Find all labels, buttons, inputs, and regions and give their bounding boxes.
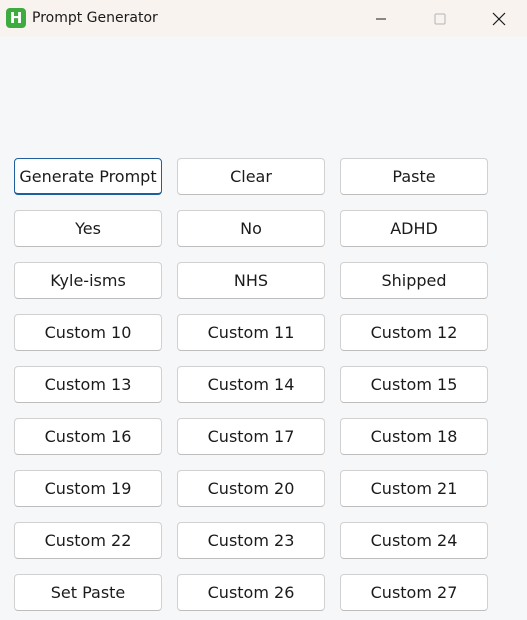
app-logo-icon: H	[6, 8, 26, 28]
set-paste-button[interactable]: Set Paste	[14, 574, 162, 611]
yes-button[interactable]: Yes	[14, 210, 162, 247]
custom-24-button[interactable]: Custom 24	[340, 522, 488, 559]
custom-22-button[interactable]: Custom 22	[14, 522, 162, 559]
minimize-button[interactable]	[358, 0, 404, 37]
nhs-button[interactable]: NHS	[177, 262, 325, 299]
custom-20-button[interactable]: Custom 20	[177, 470, 325, 507]
clear-button[interactable]: Clear	[177, 158, 325, 195]
paste-button[interactable]: Paste	[340, 158, 488, 195]
custom-23-button[interactable]: Custom 23	[177, 522, 325, 559]
minimize-icon	[376, 18, 386, 19]
adhd-button[interactable]: ADHD	[340, 210, 488, 247]
button-grid: Generate Prompt Clear Paste Yes No ADHD …	[14, 158, 488, 611]
generate-prompt-button[interactable]: Generate Prompt	[14, 158, 162, 195]
custom-18-button[interactable]: Custom 18	[340, 418, 488, 455]
close-button[interactable]	[476, 0, 522, 37]
close-icon	[492, 12, 506, 25]
no-button[interactable]: No	[177, 210, 325, 247]
custom-21-button[interactable]: Custom 21	[340, 470, 488, 507]
window-title: Prompt Generator	[32, 10, 158, 26]
custom-26-button[interactable]: Custom 26	[177, 574, 325, 611]
custom-16-button[interactable]: Custom 16	[14, 418, 162, 455]
custom-14-button[interactable]: Custom 14	[177, 366, 325, 403]
shipped-button[interactable]: Shipped	[340, 262, 488, 299]
custom-27-button[interactable]: Custom 27	[340, 574, 488, 611]
maximize-button[interactable]	[417, 0, 463, 37]
custom-12-button[interactable]: Custom 12	[340, 314, 488, 351]
custom-10-button[interactable]: Custom 10	[14, 314, 162, 351]
custom-11-button[interactable]: Custom 11	[177, 314, 325, 351]
kyle-isms-button[interactable]: Kyle-isms	[14, 262, 162, 299]
custom-13-button[interactable]: Custom 13	[14, 366, 162, 403]
title-bar[interactable]: H Prompt Generator	[0, 0, 527, 37]
custom-15-button[interactable]: Custom 15	[340, 366, 488, 403]
custom-17-button[interactable]: Custom 17	[177, 418, 325, 455]
maximize-icon	[434, 13, 446, 24]
custom-19-button[interactable]: Custom 19	[14, 470, 162, 507]
